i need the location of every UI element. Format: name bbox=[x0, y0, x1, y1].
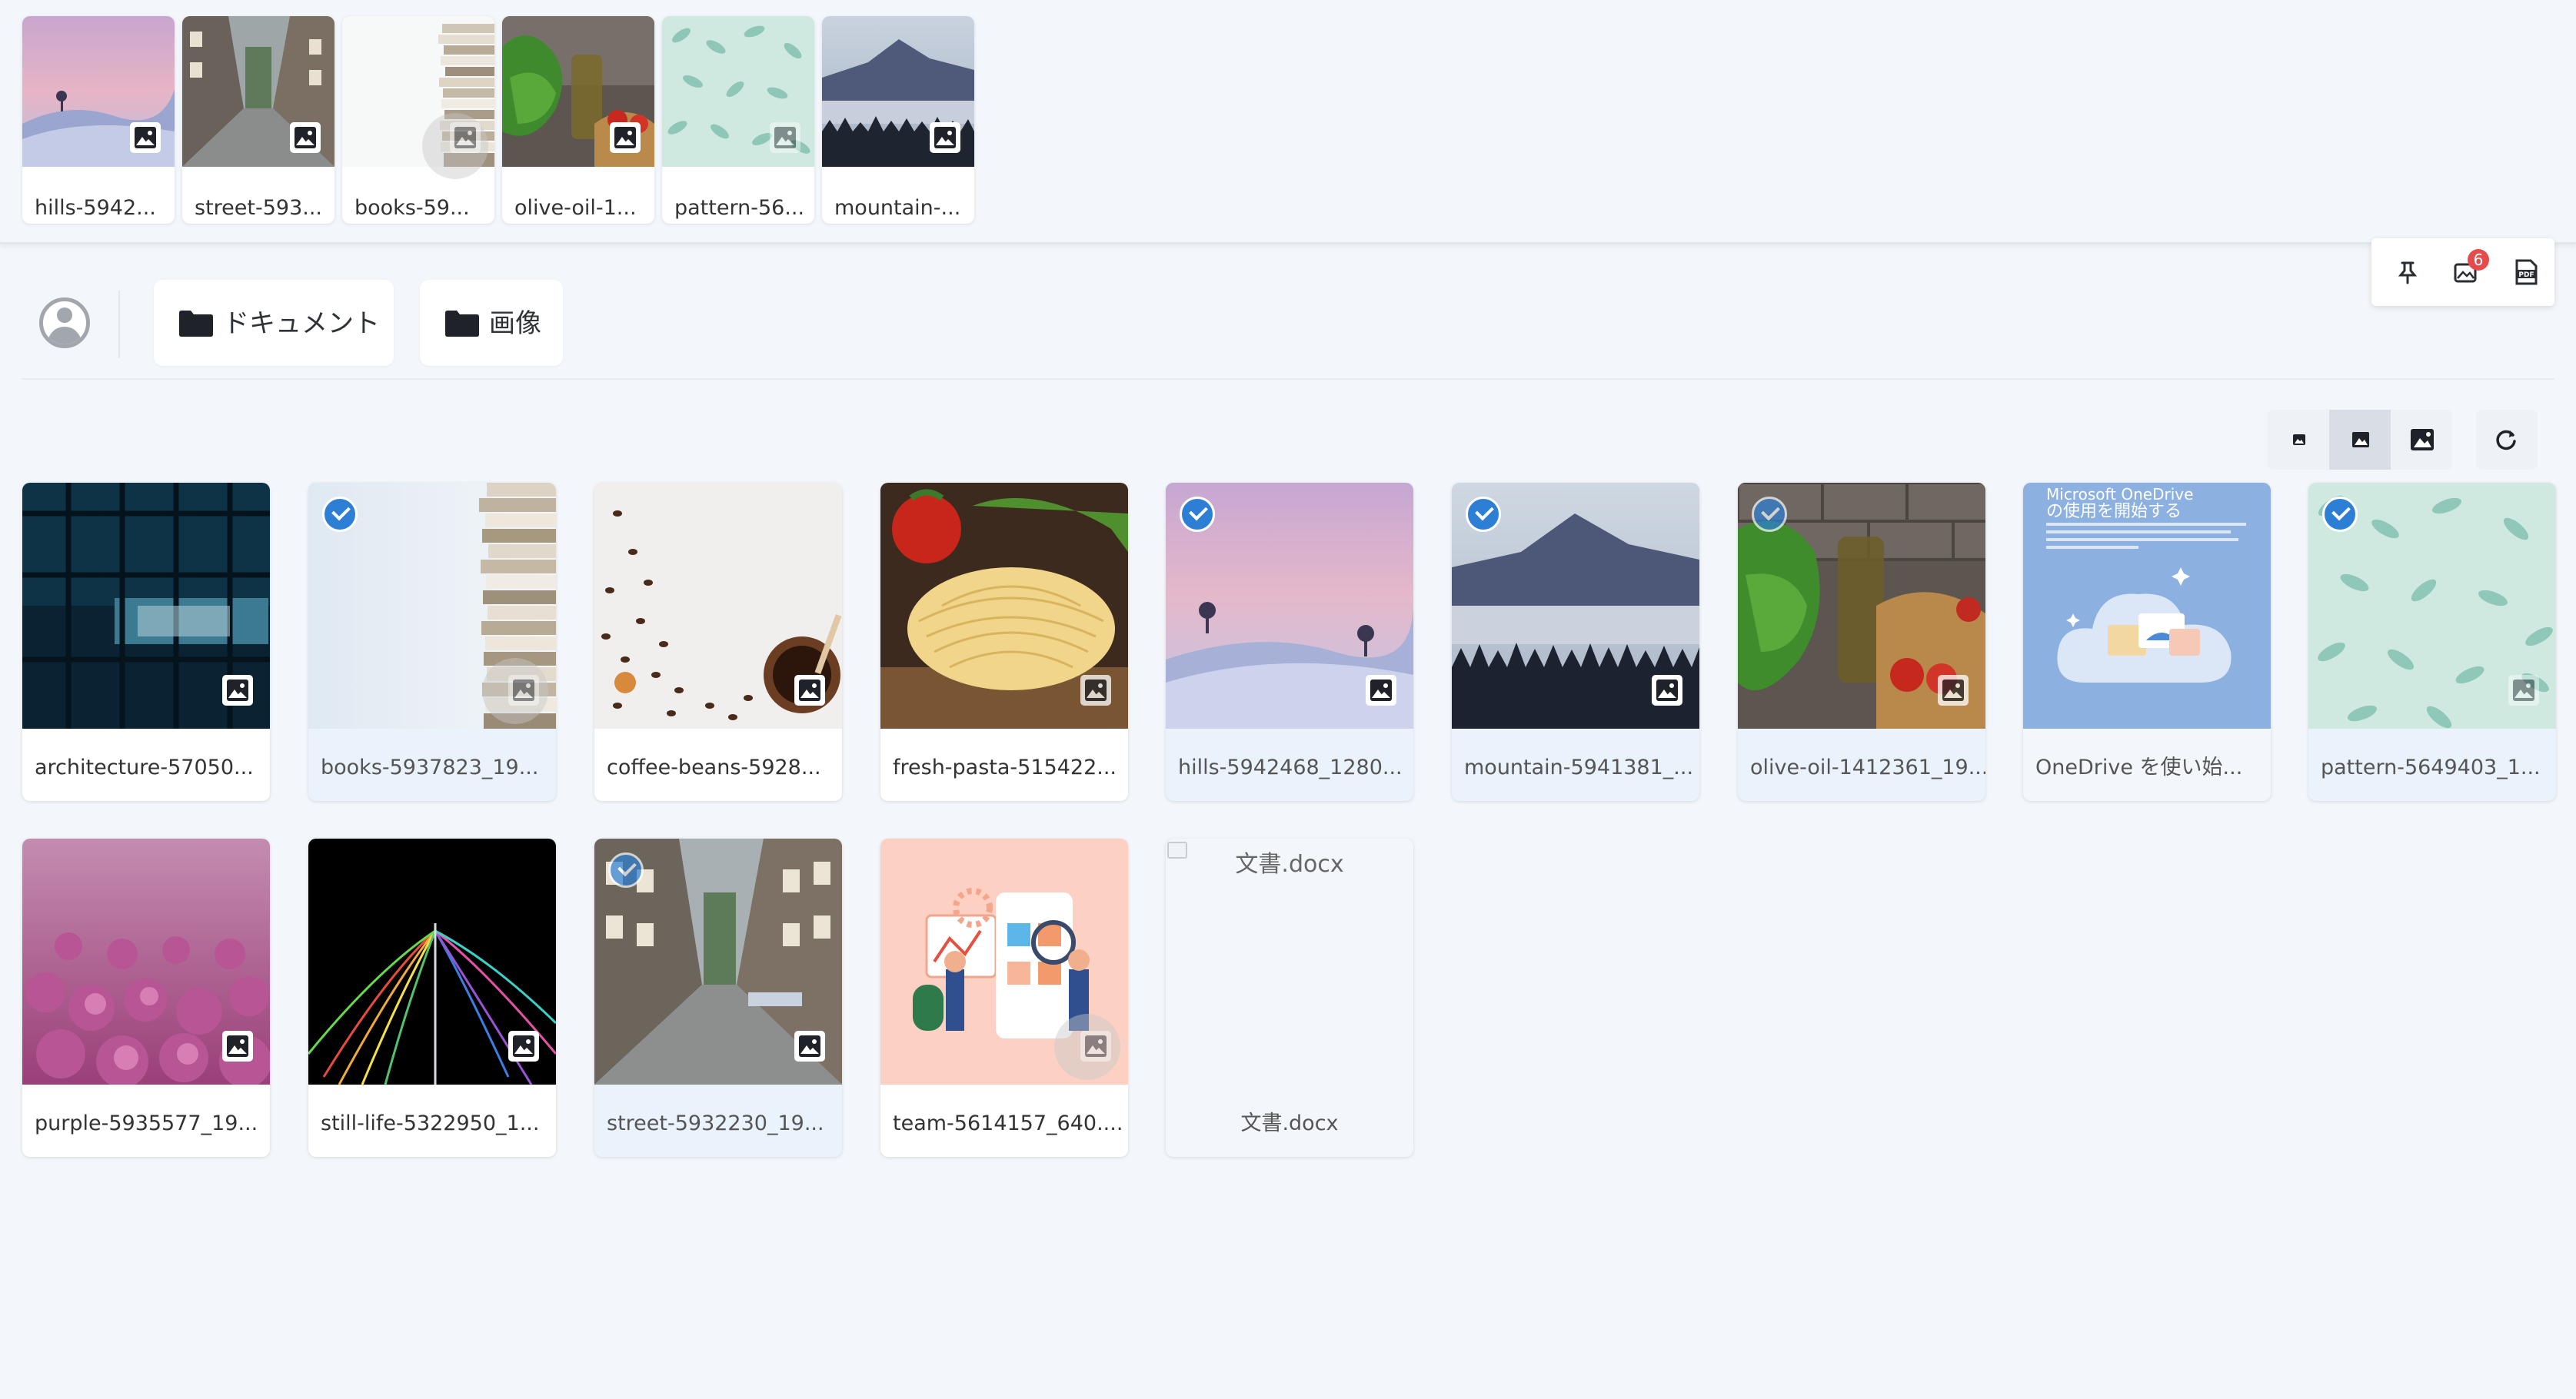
image-type-icon bbox=[1938, 675, 1969, 706]
svg-text:Microsoft OneDrive: Microsoft OneDrive bbox=[2046, 485, 2193, 503]
grid-item-name: coffee-beans-5928... bbox=[607, 756, 821, 779]
image-type-icon bbox=[1652, 675, 1682, 706]
selected-item[interactable]: books-59... bbox=[342, 16, 494, 224]
grid-item[interactable]: architecture-57050... bbox=[22, 483, 270, 801]
grid-item-name: team-5614157_640.... bbox=[893, 1112, 1123, 1135]
selected-check-icon[interactable] bbox=[608, 852, 644, 888]
selected-item[interactable]: mountain-... bbox=[822, 16, 974, 224]
grid-item[interactable]: olive-oil-1412361_19... bbox=[1738, 483, 1985, 801]
grid-item[interactable]: team-5614157_640.... bbox=[880, 839, 1128, 1157]
grid-item-name: olive-oil-1412361_19... bbox=[1750, 756, 1985, 779]
svg-text:PDF: PDF bbox=[2518, 271, 2534, 279]
folder-documents-button[interactable]: ドキュメント bbox=[154, 280, 394, 366]
folder-icon bbox=[445, 311, 479, 337]
image-type-icon bbox=[1366, 675, 1396, 706]
image-type-icon bbox=[1080, 675, 1111, 706]
selected-item-name: street-593... bbox=[195, 196, 322, 220]
selected-check-icon[interactable] bbox=[1180, 497, 1215, 532]
size-large-button[interactable] bbox=[2391, 410, 2452, 470]
image-type-icon bbox=[222, 675, 253, 706]
selected-item[interactable]: olive-oil-1... bbox=[502, 16, 654, 224]
grid-item[interactable]: hills-5942468_1280... bbox=[1166, 483, 1413, 801]
file-picker: hills-5942... street-593... books-59... … bbox=[0, 0, 2576, 1399]
selected-item-name: pattern-56... bbox=[674, 196, 805, 220]
refresh-icon bbox=[2496, 430, 2516, 450]
folder-images-button[interactable]: 画像 bbox=[420, 280, 563, 366]
selected-item[interactable]: street-593... bbox=[182, 16, 334, 224]
grid-item[interactable]: Microsoft OneDrive の使用を開始する OneDrive を使い… bbox=[2023, 483, 2271, 801]
grid-item-name: purple-5935577_19... bbox=[35, 1112, 258, 1135]
selected-check-icon[interactable] bbox=[2322, 497, 2358, 532]
image-type-icon bbox=[130, 122, 161, 153]
selected-item[interactable]: hills-5942... bbox=[22, 16, 175, 224]
broken-image-placeholder: 文書.docx bbox=[1166, 839, 1413, 1085]
grid-item-name: street-5932230_19... bbox=[607, 1112, 824, 1135]
image-type-icon bbox=[2508, 675, 2539, 706]
image-stack-icon[interactable]: 6 bbox=[2452, 249, 2489, 286]
refresh-button[interactable] bbox=[2476, 410, 2538, 470]
size-medium-button[interactable] bbox=[2329, 410, 2391, 470]
nav-divider bbox=[118, 291, 120, 358]
selected-item[interactable]: pattern-56... bbox=[662, 16, 814, 224]
selected-check-icon[interactable] bbox=[322, 497, 358, 532]
user-avatar[interactable] bbox=[39, 297, 90, 348]
grid-item-name: OneDrive を使い始... bbox=[2035, 756, 2243, 779]
selected-check-icon[interactable] bbox=[1466, 497, 1501, 532]
section-divider bbox=[22, 378, 2554, 380]
grid-item-name: books-5937823_19... bbox=[321, 756, 539, 779]
selected-items-strip: hills-5942... street-593... books-59... … bbox=[0, 0, 2576, 244]
grid-item[interactable]: fresh-pasta-515422... bbox=[880, 483, 1128, 801]
image-type-icon bbox=[770, 122, 800, 153]
size-small-button[interactable] bbox=[2268, 410, 2329, 470]
grid-item-name: fresh-pasta-515422... bbox=[893, 756, 1117, 779]
selected-item-name: mountain-... bbox=[834, 196, 961, 220]
grid-item[interactable]: mountain-5941381_... bbox=[1452, 483, 1699, 801]
thumbnail-size-toggle bbox=[2268, 410, 2452, 470]
grid-item[interactable]: street-5932230_19... bbox=[594, 839, 842, 1157]
grid-item-name: 文書.docx bbox=[1240, 1112, 1339, 1135]
grid-item[interactable]: pattern-5649403_1... bbox=[2308, 483, 2556, 801]
grid-item-name: architecture-57050... bbox=[35, 756, 254, 779]
grid-item-name: mountain-5941381_... bbox=[1464, 756, 1694, 779]
folder-icon bbox=[179, 311, 213, 337]
image-type-icon bbox=[1080, 1031, 1111, 1062]
image-type-icon bbox=[508, 1031, 539, 1062]
grid-item[interactable]: still-life-5322950_1... bbox=[308, 839, 556, 1157]
thumbnail-onedrive-guide: Microsoft OneDrive の使用を開始する bbox=[2023, 483, 2271, 729]
image-type-icon bbox=[290, 122, 321, 153]
image-type-icon bbox=[930, 122, 960, 153]
selected-item-name: books-59... bbox=[354, 196, 470, 220]
selected-item-name: olive-oil-1... bbox=[514, 196, 637, 220]
image-type-icon bbox=[222, 1031, 253, 1062]
folder-label: 画像 bbox=[489, 308, 541, 339]
image-type-icon bbox=[794, 1031, 825, 1062]
pin-icon[interactable] bbox=[2394, 258, 2421, 286]
grid-item[interactable]: books-5937823_19... bbox=[308, 483, 556, 801]
grid-item-name: pattern-5649403_1... bbox=[2321, 756, 2541, 779]
broken-image-alt: 文書.docx bbox=[1235, 851, 1344, 878]
grid-item[interactable]: coffee-beans-5928... bbox=[594, 483, 842, 801]
selected-item-name: hills-5942... bbox=[35, 196, 156, 220]
selected-check-icon[interactable] bbox=[1752, 497, 1787, 532]
grid-item[interactable]: purple-5935577_19... bbox=[22, 839, 270, 1157]
floating-toolbar: 6 PDF bbox=[2371, 238, 2554, 306]
svg-text:の使用を開始する: の使用を開始する bbox=[2046, 502, 2182, 521]
pdf-icon[interactable]: PDF bbox=[2512, 258, 2540, 286]
notification-badge: 6 bbox=[2468, 249, 2489, 271]
image-type-icon bbox=[610, 122, 641, 153]
grid-item-name: still-life-5322950_1... bbox=[321, 1112, 540, 1135]
grid-item[interactable]: 文書.docx 文書.docx bbox=[1166, 839, 1413, 1157]
grid-item-name: hills-5942468_1280... bbox=[1178, 756, 1403, 779]
folder-label: ドキュメント bbox=[223, 308, 380, 339]
image-type-icon bbox=[794, 675, 825, 706]
image-type-icon bbox=[508, 675, 539, 706]
image-type-icon bbox=[450, 122, 481, 153]
